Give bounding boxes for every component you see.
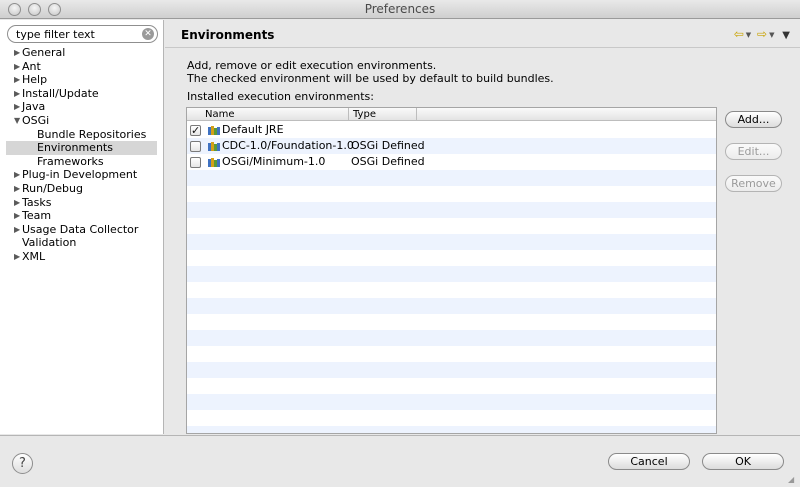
- page-header: Environments ⇦ ▼ ⇨ ▼ ▼: [165, 20, 800, 48]
- edit-button[interactable]: Edit...: [725, 143, 782, 160]
- description-line-2: The checked environment will be used by …: [187, 72, 554, 85]
- tree-item-label: Plug-in Development: [22, 168, 138, 182]
- tree-item-label: Java: [22, 100, 46, 114]
- tree-item[interactable]: ▶ Usage Data Collector: [12, 223, 164, 237]
- column-header-type[interactable]: Type: [349, 108, 417, 121]
- tree-item[interactable]: Environments: [6, 141, 157, 155]
- installed-environments-label: Installed execution environments:: [187, 90, 374, 103]
- column-header-name[interactable]: Name: [201, 108, 349, 121]
- tree-item-label: Tasks: [22, 195, 52, 209]
- add-button[interactable]: Add...: [725, 111, 782, 128]
- tree-item-label: Environments: [37, 141, 113, 155]
- clear-filter-icon[interactable]: ✕: [142, 28, 154, 40]
- forward-dropdown-icon[interactable]: ▼: [769, 31, 774, 39]
- collapsed-arrow-icon[interactable]: ▶: [14, 60, 22, 74]
- tree-item[interactable]: ▶ Plug-in Development: [12, 168, 164, 182]
- tree-item-label: Bundle Repositories: [37, 127, 147, 141]
- collapsed-arrow-icon[interactable]: ▶: [14, 73, 22, 87]
- library-icon: [208, 142, 220, 151]
- collapsed-arrow-icon[interactable]: ▶: [14, 87, 22, 101]
- tree-item-label: Frameworks: [37, 154, 104, 168]
- environments-table[interactable]: Name Type ✓ Default JRE CDC-1.0/Foundation…: [186, 107, 717, 434]
- tree-item-label: Install/Update: [22, 86, 99, 100]
- view-menu-icon[interactable]: ▼: [782, 30, 790, 41]
- default-environment-checkbox[interactable]: [190, 141, 201, 152]
- page-title: Environments: [181, 28, 275, 42]
- preference-page: Environments ⇦ ▼ ⇨ ▼ ▼ Add, remove or edit…: [165, 20, 800, 434]
- environment-type: OSGi Defined: [351, 155, 425, 168]
- collapsed-arrow-icon[interactable]: ▶: [14, 209, 22, 223]
- collapsed-arrow-icon[interactable]: ▶: [14, 168, 22, 182]
- ok-button[interactable]: OK: [702, 453, 784, 470]
- tree-item[interactable]: Frameworks: [0, 155, 164, 169]
- tree-item[interactable]: ▶ Install/Update: [12, 87, 164, 101]
- tree-item-label: Ant: [22, 59, 41, 73]
- back-dropdown-icon[interactable]: ▼: [746, 31, 751, 39]
- tree-item[interactable]: ▶ Java: [12, 100, 164, 114]
- window-title: Preferences: [364, 2, 436, 16]
- environment-name: OSGi/Minimum-1.0: [222, 155, 326, 168]
- tree-item[interactable]: Bundle Repositories: [0, 128, 164, 142]
- tree-item-label: Usage Data Collector: [22, 222, 139, 236]
- tree-item-label: OSGi: [22, 113, 50, 127]
- description-line-1: Add, remove or edit execution environmen…: [187, 59, 437, 72]
- close-window-button[interactable]: [8, 3, 21, 16]
- tree-item[interactable]: ▶ XML: [12, 250, 164, 264]
- tree-item-label: General: [22, 46, 66, 59]
- environment-name: CDC-1.0/Foundation-1.0: [222, 139, 354, 152]
- default-environment-checkbox[interactable]: [190, 157, 201, 168]
- table-body: ✓ Default JRE CDC-1.0/Foundation-1.0 OSGi D…: [187, 122, 716, 433]
- tree-item[interactable]: ▶ General: [12, 46, 164, 60]
- page-description: Add, remove or edit execution environmen…: [187, 59, 554, 85]
- tree-item[interactable]: ▶ Tasks: [12, 196, 164, 210]
- library-icon: [208, 158, 220, 167]
- tree-item-label: XML: [22, 249, 46, 263]
- help-icon[interactable]: ?: [12, 453, 33, 474]
- filter-field[interactable]: ✕: [7, 25, 158, 43]
- collapsed-arrow-icon[interactable]: ▶: [14, 100, 22, 114]
- table-row[interactable]: ✓ Default JRE: [187, 122, 716, 138]
- preferences-tree-pane: ✕ ▶General▶Ant▶Help▶Install/Update▶Java▼…: [0, 20, 164, 434]
- table-row[interactable]: OSGi/Minimum-1.0 OSGi Defined: [187, 154, 716, 170]
- collapsed-arrow-icon[interactable]: ▶: [14, 250, 22, 264]
- tree-item-label: Team: [22, 209, 52, 223]
- collapsed-arrow-icon[interactable]: ▶: [14, 223, 22, 237]
- collapsed-arrow-icon[interactable]: ▶: [14, 196, 22, 210]
- environment-type: OSGi Defined: [351, 139, 425, 152]
- tree-item[interactable]: ▼ OSGi: [12, 114, 164, 128]
- remove-button[interactable]: Remove: [725, 175, 782, 192]
- expanded-arrow-icon[interactable]: ▼: [14, 114, 22, 128]
- library-icon: [208, 126, 220, 135]
- resize-grip-icon[interactable]: ◢: [788, 475, 798, 485]
- tree-item[interactable]: ▶ Team: [12, 209, 164, 223]
- title-bar: Preferences: [0, 0, 800, 19]
- tree-item[interactable]: Validation: [0, 236, 164, 250]
- environment-name: Default JRE: [222, 123, 284, 136]
- dialog-button-bar: ? Cancel OK ◢: [0, 435, 800, 487]
- tree-item-label: Run/Debug: [22, 181, 83, 195]
- tree-item[interactable]: ▶ Run/Debug: [12, 182, 164, 196]
- zoom-window-button[interactable]: [48, 3, 61, 16]
- cancel-button[interactable]: Cancel: [608, 453, 690, 470]
- table-header: Name Type: [187, 108, 716, 121]
- default-environment-checkbox[interactable]: ✓: [190, 125, 201, 136]
- forward-arrow-icon[interactable]: ⇨: [757, 27, 767, 41]
- table-row[interactable]: CDC-1.0/Foundation-1.0 OSGi Defined: [187, 138, 716, 154]
- tree-item-label: Validation: [22, 236, 77, 250]
- collapsed-arrow-icon[interactable]: ▶: [14, 182, 22, 196]
- back-arrow-icon[interactable]: ⇦: [734, 27, 744, 41]
- collapsed-arrow-icon[interactable]: ▶: [14, 46, 22, 60]
- tree-item[interactable]: ▶ Help: [12, 73, 164, 87]
- tree-item[interactable]: ▶ Ant: [12, 60, 164, 74]
- filter-input[interactable]: [16, 27, 134, 41]
- preferences-tree: ▶ General ▶ Ant ▶ Help ▶ Install/Update ▶ Java ▼ OS…: [0, 46, 164, 264]
- page-navigation: ⇦ ▼ ⇨ ▼ ▼: [732, 27, 790, 41]
- minimize-window-button[interactable]: [28, 3, 41, 16]
- tree-item-label: Help: [22, 73, 48, 87]
